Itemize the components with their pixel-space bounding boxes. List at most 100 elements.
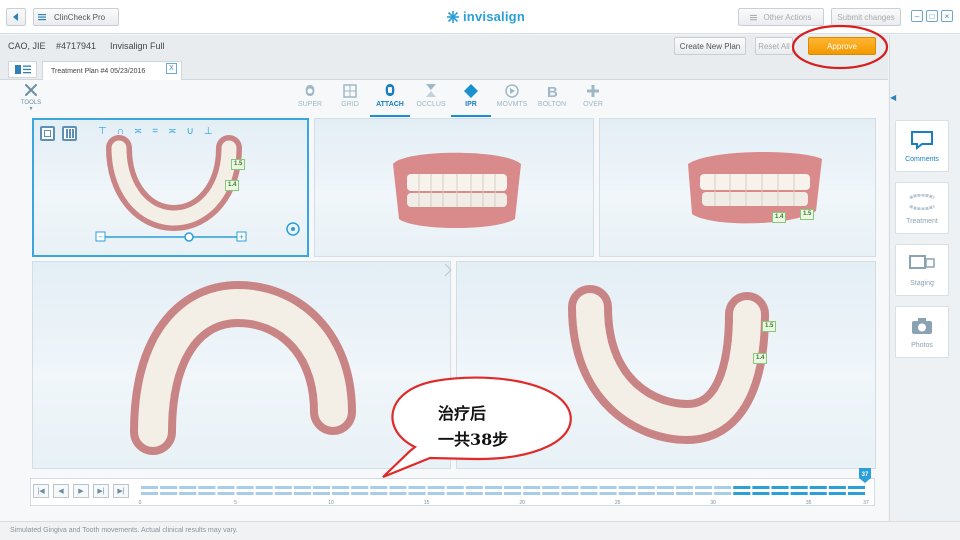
stage-segment[interactable] [312,492,331,495]
stage-segment[interactable] [828,492,846,495]
stage-segment[interactable] [695,492,713,495]
maximize-button[interactable]: □ [926,10,938,22]
stage-segment[interactable] [771,492,789,495]
stage-segment[interactable] [714,486,732,489]
view-occlusal-lower-small[interactable]: ⊤∩≍=≍∪⊥ − + 1.5 1.4 [32,118,309,257]
stage-segment[interactable] [733,486,751,489]
stage-segment[interactable] [236,486,254,489]
right-panel-staging[interactable]: Staging [895,244,949,296]
stage-segment[interactable] [599,492,617,495]
stage-segment[interactable] [637,492,655,495]
stage-segment[interactable] [465,486,483,489]
minimize-button[interactable]: – [911,10,923,22]
collapse-panel-icon[interactable]: ◀ [890,93,896,102]
prev-stage-button[interactable]: ◀ [53,484,69,498]
stage-segment[interactable] [293,486,311,489]
back-button[interactable] [6,8,26,26]
first-stage-button[interactable]: |◀ [33,484,49,498]
create-new-plan-button[interactable]: Create New Plan [674,37,746,55]
stage-segment[interactable] [656,486,674,489]
stage-segment[interactable] [656,492,674,495]
stage-segment[interactable] [847,486,865,489]
toolbar-item-ipr[interactable]: IPR [451,83,491,117]
stage-segment[interactable] [790,492,808,495]
stage-segment[interactable] [141,492,159,495]
stage-segment[interactable] [179,486,197,489]
next-stage-button[interactable]: ▶| [93,484,109,498]
toolbar-item-over[interactable]: OVER [573,83,613,108]
view-frontal[interactable] [314,118,594,257]
stage-segment[interactable] [274,486,292,489]
stage-segment[interactable] [714,492,732,495]
stage-segment[interactable] [389,486,407,489]
last-stage-button[interactable]: ▶| [113,484,129,498]
stage-segment[interactable] [370,486,388,489]
stage-segment[interactable] [160,486,178,489]
stage-segment[interactable] [828,486,846,489]
stage-segment[interactable] [255,486,273,489]
stage-segment[interactable] [523,492,541,495]
right-panel-treatment[interactable]: Treatment [895,182,949,234]
tools-menu[interactable]: TOOLS ▼ [14,82,48,112]
stage-segment[interactable] [675,492,694,495]
stage-segment[interactable] [427,492,445,495]
stage-segment[interactable] [542,486,560,489]
stage-segment[interactable] [790,486,808,489]
stage-segment[interactable] [561,486,579,489]
stage-segment[interactable] [523,486,541,489]
stage-segment[interactable] [217,492,235,495]
stage-segment[interactable] [198,492,216,495]
toolbar-item-occlus[interactable]: OCCLUS [411,83,451,108]
stage-segment[interactable] [293,492,311,495]
stage-segment[interactable] [752,492,770,495]
stage-segment[interactable] [255,492,273,495]
stage-segment[interactable] [695,486,713,489]
stage-segment[interactable] [809,492,827,495]
stage-segment[interactable] [484,492,502,495]
toolbar-item-grid[interactable]: GRID [330,83,370,108]
stage-segment[interactable] [504,486,522,489]
stage-segment[interactable] [236,492,254,495]
right-panel-comments[interactable]: Comments [895,120,949,172]
stage-segment[interactable] [408,492,426,495]
stage-track[interactable]: 0 5 10 15 20 25 30 35 37 37 [136,466,876,508]
stage-segment[interactable] [504,492,522,495]
right-panel-photos[interactable]: Photos [895,306,949,358]
stage-segment[interactable] [217,486,235,489]
stage-segment[interactable] [141,486,159,489]
app-menu-button[interactable]: ClinCheck Pro [33,8,119,26]
stage-segment[interactable] [542,492,560,495]
stage-segment[interactable] [771,486,789,489]
reset-all-button[interactable]: Reset All [755,37,793,55]
stage-segment[interactable] [389,492,407,495]
tab-treatment-plan[interactable]: Treatment Plan #4 05/23/2016 [42,61,182,81]
stage-segment[interactable] [618,486,636,489]
stage-segment[interactable] [446,486,464,489]
stage-segment[interactable] [351,492,369,495]
stage-segment[interactable] [160,492,178,495]
tab-close-button[interactable]: X [166,63,177,74]
toolbar-item-bolton[interactable]: B BOLTON [532,83,572,109]
stage-segment[interactable] [580,492,598,495]
close-window-button[interactable]: × [941,10,953,22]
stage-segment[interactable] [332,492,350,495]
stage-segment[interactable] [637,486,655,489]
stage-segment[interactable] [370,492,388,495]
stage-segment[interactable] [332,486,350,489]
stage-segment[interactable] [312,486,331,489]
stage-segment[interactable] [484,486,502,489]
stage-segment[interactable] [427,486,445,489]
stage-segment[interactable] [274,492,292,495]
toolbar-item-super[interactable]: SUPER [290,83,330,108]
toolbar-item-movmts[interactable]: MOVMTS [492,83,532,108]
stage-segment[interactable] [752,486,770,489]
stage-segment[interactable] [198,486,216,489]
stage-segment[interactable] [809,486,827,489]
stage-segment[interactable] [847,492,865,495]
stage-segment[interactable] [351,486,369,489]
stage-segment[interactable] [675,486,694,489]
toolbar-item-attach[interactable]: ATTACH [370,83,410,117]
stage-segment[interactable] [733,492,751,495]
stage-segment[interactable] [618,492,636,495]
play-button[interactable]: ▶ [73,484,89,498]
